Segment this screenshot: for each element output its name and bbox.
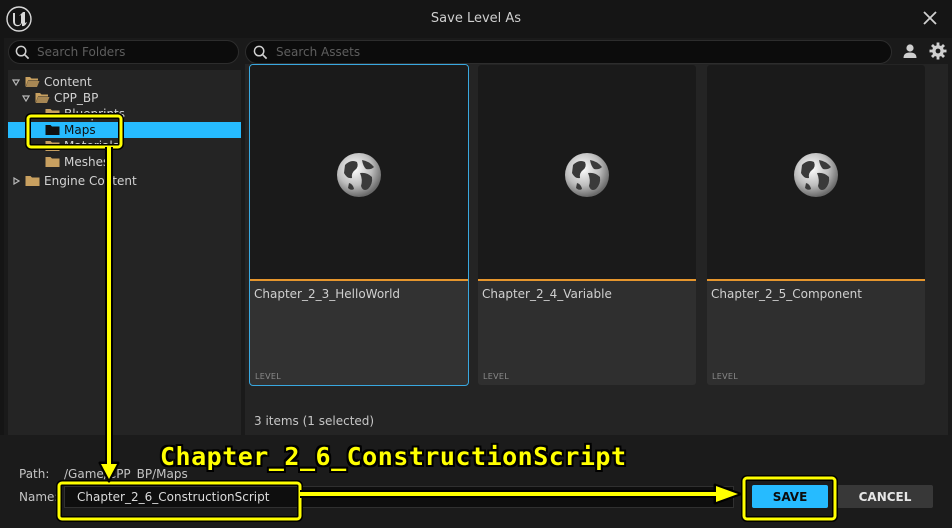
folder-tree-item[interactable]: Materials xyxy=(8,138,241,154)
asset-panel: 3 items (1 selected) Chapter_2_3_HelloWo… xyxy=(241,38,952,435)
title-bar: Save Level As xyxy=(0,0,952,38)
folder-tree-item[interactable]: Meshes xyxy=(8,154,241,170)
folder-tree-label: Content xyxy=(44,75,92,89)
asset-tile[interactable]: Chapter_2_4_Variable LEVEL xyxy=(478,65,696,385)
folder-panel: Content CPP_BP Blueprints Maps Materials Mesh… xyxy=(4,38,241,435)
folder-icon xyxy=(45,109,60,119)
globe-icon xyxy=(565,153,609,197)
folder-tree-item[interactable]: Maps xyxy=(8,122,241,138)
folder-tree-label: Blueprints xyxy=(64,107,126,121)
window-title: Save Level As xyxy=(430,11,522,26)
chevron-right-icon[interactable] xyxy=(12,177,20,185)
folder-tree-label: Maps xyxy=(64,123,96,137)
user-icon[interactable] xyxy=(901,42,919,60)
asset-tile[interactable]: Chapter_2_5_Component LEVEL xyxy=(707,65,925,385)
globe-icon xyxy=(794,153,838,197)
globe-icon xyxy=(337,153,381,197)
asset-grid: 3 items (1 selected) Chapter_2_3_HelloWo… xyxy=(245,64,948,435)
save-button[interactable]: SAVE xyxy=(752,485,828,508)
folder-tree-item[interactable]: Content xyxy=(8,74,241,90)
search-icon xyxy=(253,45,268,60)
folder-tree-item[interactable]: Blueprints xyxy=(8,106,241,122)
asset-tile[interactable]: Chapter_2_3_HelloWorld LEVEL xyxy=(249,64,469,386)
asset-thumbnail xyxy=(250,65,468,281)
annotation-label: Chapter_2_6_ConstructionScript xyxy=(160,442,627,471)
folder-tree-label: Engine Content xyxy=(44,174,137,188)
close-icon[interactable] xyxy=(922,9,938,27)
folder-icon xyxy=(45,141,60,151)
search-icon xyxy=(15,45,30,60)
asset-thumbnail xyxy=(478,65,696,281)
name-input[interactable] xyxy=(64,486,734,508)
asset-name: Chapter_2_3_HelloWorld xyxy=(254,287,401,301)
folder-tree-label: CPP_BP xyxy=(54,91,99,105)
asset-name: Chapter_2_4_Variable xyxy=(482,287,612,301)
asset-type: LEVEL xyxy=(483,372,509,381)
folder-tree-item[interactable]: CPP_BP xyxy=(8,90,241,106)
asset-type: LEVEL xyxy=(255,372,281,381)
folder-tree-label: Materials xyxy=(64,139,120,153)
path-label: Path: xyxy=(19,467,50,481)
asset-search-box[interactable] xyxy=(245,40,892,64)
folder-open-icon xyxy=(25,77,40,87)
asset-type: LEVEL xyxy=(712,372,738,381)
asset-thumbnail xyxy=(707,65,925,281)
folder-open-icon xyxy=(35,93,50,103)
folder-tree-label: Meshes xyxy=(64,155,110,169)
folder-icon xyxy=(45,125,60,135)
gear-icon[interactable] xyxy=(928,41,948,61)
folder-icon xyxy=(25,176,40,186)
chevron-down-icon[interactable] xyxy=(12,78,20,86)
name-label: Name: xyxy=(19,490,59,504)
items-count: 3 items (1 selected) xyxy=(254,414,375,428)
folder-tree: Content CPP_BP Blueprints Maps Materials Mesh… xyxy=(8,70,241,435)
cancel-button[interactable]: CANCEL xyxy=(837,485,933,508)
folder-tree-item[interactable]: Engine Content xyxy=(8,173,241,189)
folder-icon xyxy=(45,157,60,167)
folder-search-input[interactable] xyxy=(37,43,233,61)
asset-name: Chapter_2_5_Component xyxy=(711,287,862,301)
asset-search-input[interactable] xyxy=(276,43,876,61)
folder-search-box[interactable] xyxy=(8,40,239,64)
chevron-down-icon[interactable] xyxy=(22,94,30,102)
